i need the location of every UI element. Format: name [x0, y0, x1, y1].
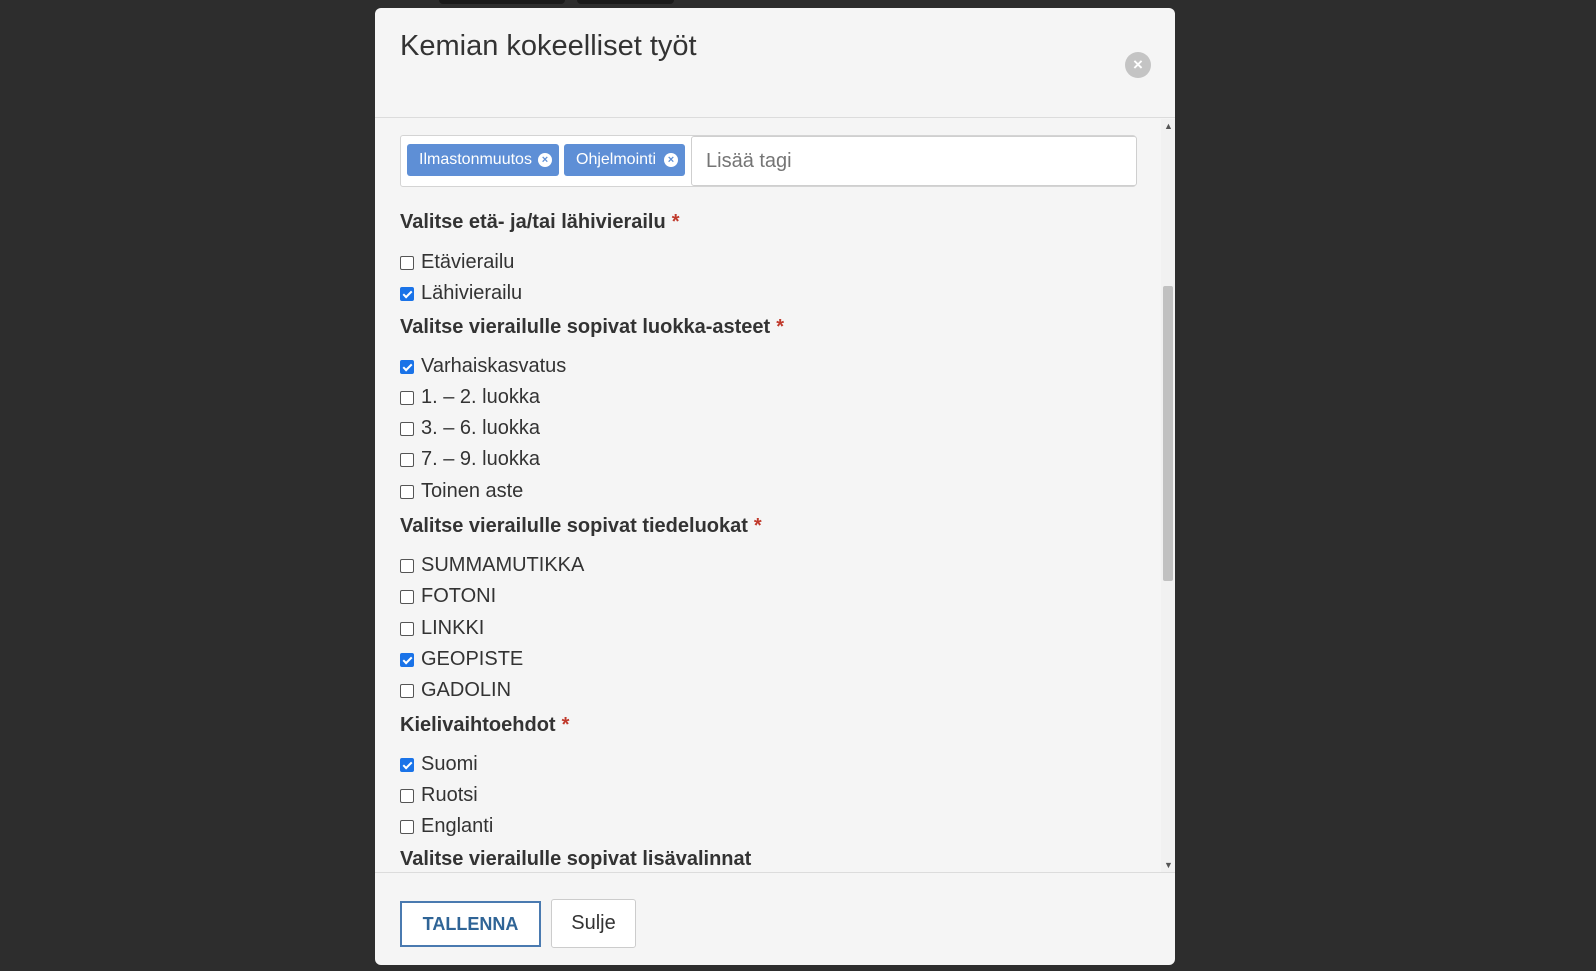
tag-label: Ilmastonmuutos: [419, 151, 532, 168]
checkbox[interactable]: [400, 360, 414, 374]
section-title-languages: Kielivaihtoehdot *: [400, 714, 570, 736]
required-marker: *: [776, 316, 784, 338]
checkbox[interactable]: [400, 820, 414, 834]
checkbox[interactable]: [400, 256, 414, 270]
required-marker: *: [671, 211, 680, 233]
scroll-up-arrow-icon[interactable]: ▲: [1164, 121, 1173, 131]
checkbox[interactable]: [400, 287, 414, 301]
close-icon[interactable]: ×: [1125, 52, 1151, 78]
scrollbar[interactable]: ▲ ▼: [1161, 119, 1175, 872]
remove-tag-icon[interactable]: ×: [538, 153, 552, 167]
tag-ohjelmointi: Ohjelmointi ×: [564, 144, 685, 176]
modal-header: Kemian kokeelliset työt ×: [375, 8, 1175, 118]
close-button[interactable]: Sulje: [551, 899, 636, 948]
tag-input-box: Ilmastonmuutos × Ohjelmointi ×: [400, 135, 1137, 187]
required-marker: *: [561, 714, 570, 736]
background-tab-2: [577, 0, 674, 4]
checkbox[interactable]: [400, 391, 414, 405]
checkbox[interactable]: [400, 590, 414, 604]
remove-tag-icon[interactable]: ×: [664, 153, 678, 167]
required-marker: *: [753, 515, 762, 537]
section-title-visit-type: Valitse etä- ja/tai lähivierailu *: [400, 211, 680, 233]
scroll-down-arrow-icon[interactable]: ▼: [1164, 860, 1173, 870]
background-tab-1: [439, 0, 565, 4]
checkbox[interactable]: [400, 453, 414, 467]
checkbox[interactable]: [400, 758, 414, 772]
modal-title: Kemian kokeelliset työt: [400, 30, 697, 62]
checkbox[interactable]: [400, 485, 414, 499]
checkbox[interactable]: [400, 422, 414, 436]
checkbox[interactable]: [400, 559, 414, 573]
tag-label: Ohjelmointi: [576, 151, 657, 168]
add-tag-input[interactable]: [691, 136, 1137, 186]
checkbox[interactable]: [400, 622, 414, 636]
modal-footer: TALLENNA Sulje: [375, 872, 1175, 965]
modal-dialog: Kemian kokeelliset työt × Ilmastonmuutos…: [375, 8, 1175, 965]
checkbox[interactable]: [400, 789, 414, 803]
checkbox[interactable]: [400, 653, 414, 667]
checkbox[interactable]: [400, 684, 414, 698]
section-title-grades: Valitse vierailulle sopivat luokka-astee…: [400, 316, 784, 338]
scrollbar-thumb[interactable]: [1163, 286, 1173, 581]
section-title-extras: Valitse vierailulle sopivat lisävalinnat: [400, 848, 752, 870]
save-button[interactable]: TALLENNA: [400, 901, 541, 947]
modal-body[interactable]: Ilmastonmuutos × Ohjelmointi × Valitse e…: [375, 119, 1175, 872]
tag-ilmastonmuutos: Ilmastonmuutos ×: [407, 144, 559, 176]
section-title-science-classes: Valitse vierailulle sopivat tiedeluokat *: [400, 515, 762, 537]
